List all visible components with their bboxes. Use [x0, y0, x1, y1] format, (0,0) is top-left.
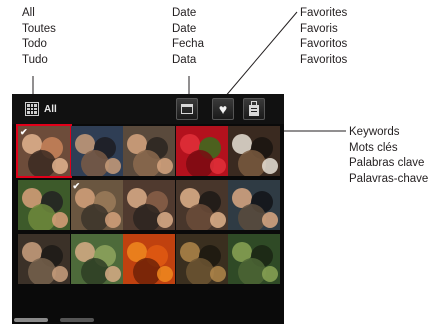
photo-image [175, 234, 228, 284]
checkmark-icon: ✔ [20, 127, 28, 137]
shopping-bag-icon [249, 101, 259, 116]
photo-image [123, 180, 175, 230]
photo-thumbnail-crowd[interactable] [123, 126, 175, 176]
all-filter-label: All [44, 103, 57, 115]
photo-image [175, 126, 228, 176]
photo-thumbnail-person[interactable] [18, 234, 70, 284]
date-filter-button[interactable] [176, 98, 198, 120]
photo-image [123, 126, 175, 176]
photo-thumbnail-family[interactable] [18, 180, 70, 230]
photo-image [175, 180, 228, 230]
scrollbar-track[interactable] [60, 318, 94, 322]
photo-image [18, 180, 70, 230]
scrollbar-thumb[interactable] [14, 318, 48, 322]
photo-image [18, 234, 70, 284]
photo-image [123, 234, 175, 284]
favorites-leader-line [223, 11, 298, 99]
keywords-filter-button[interactable] [243, 98, 265, 120]
favorites-filter-button[interactable]: ♥ [212, 98, 234, 120]
photo-thumbnail-autumn-leaf[interactable] [123, 234, 175, 284]
filter-toolbar: All ♥ [12, 94, 284, 124]
photo-thumbnail-couple[interactable]: ✔ [16, 124, 72, 178]
photo-image [228, 180, 280, 230]
photo-thumbnail-landscape[interactable] [228, 234, 280, 284]
photo-thumbnail-food[interactable] [175, 234, 228, 284]
photo-thumbnail-two-people[interactable] [228, 180, 280, 230]
grid-icon [25, 102, 39, 116]
heart-icon: ♥ [218, 101, 228, 117]
photo-thumbnail-group-selfie[interactable] [123, 180, 175, 230]
calendar-icon [181, 104, 193, 114]
photo-thumbnail-friends[interactable] [175, 180, 228, 230]
photo-image [70, 126, 123, 176]
photo-thumbnail-people[interactable] [70, 126, 123, 176]
photo-thumbnail-people-group[interactable]: ✔ [70, 180, 123, 230]
photo-thumbnail-strawberries[interactable] [175, 126, 228, 176]
photo-grid: ✔ ✔ [16, 124, 282, 324]
photo-thumbnail-people-outdoors[interactable] [70, 234, 123, 284]
gallery-screen: All ♥ ✔ ✔ [12, 94, 284, 324]
checkmark-icon: ✔ [72, 181, 81, 191]
photo-thumbnail-coffee-cup[interactable] [228, 126, 280, 176]
photo-image [70, 234, 123, 284]
all-filter-button[interactable]: All [17, 98, 167, 120]
photo-image [228, 126, 280, 176]
photo-image [228, 234, 280, 284]
